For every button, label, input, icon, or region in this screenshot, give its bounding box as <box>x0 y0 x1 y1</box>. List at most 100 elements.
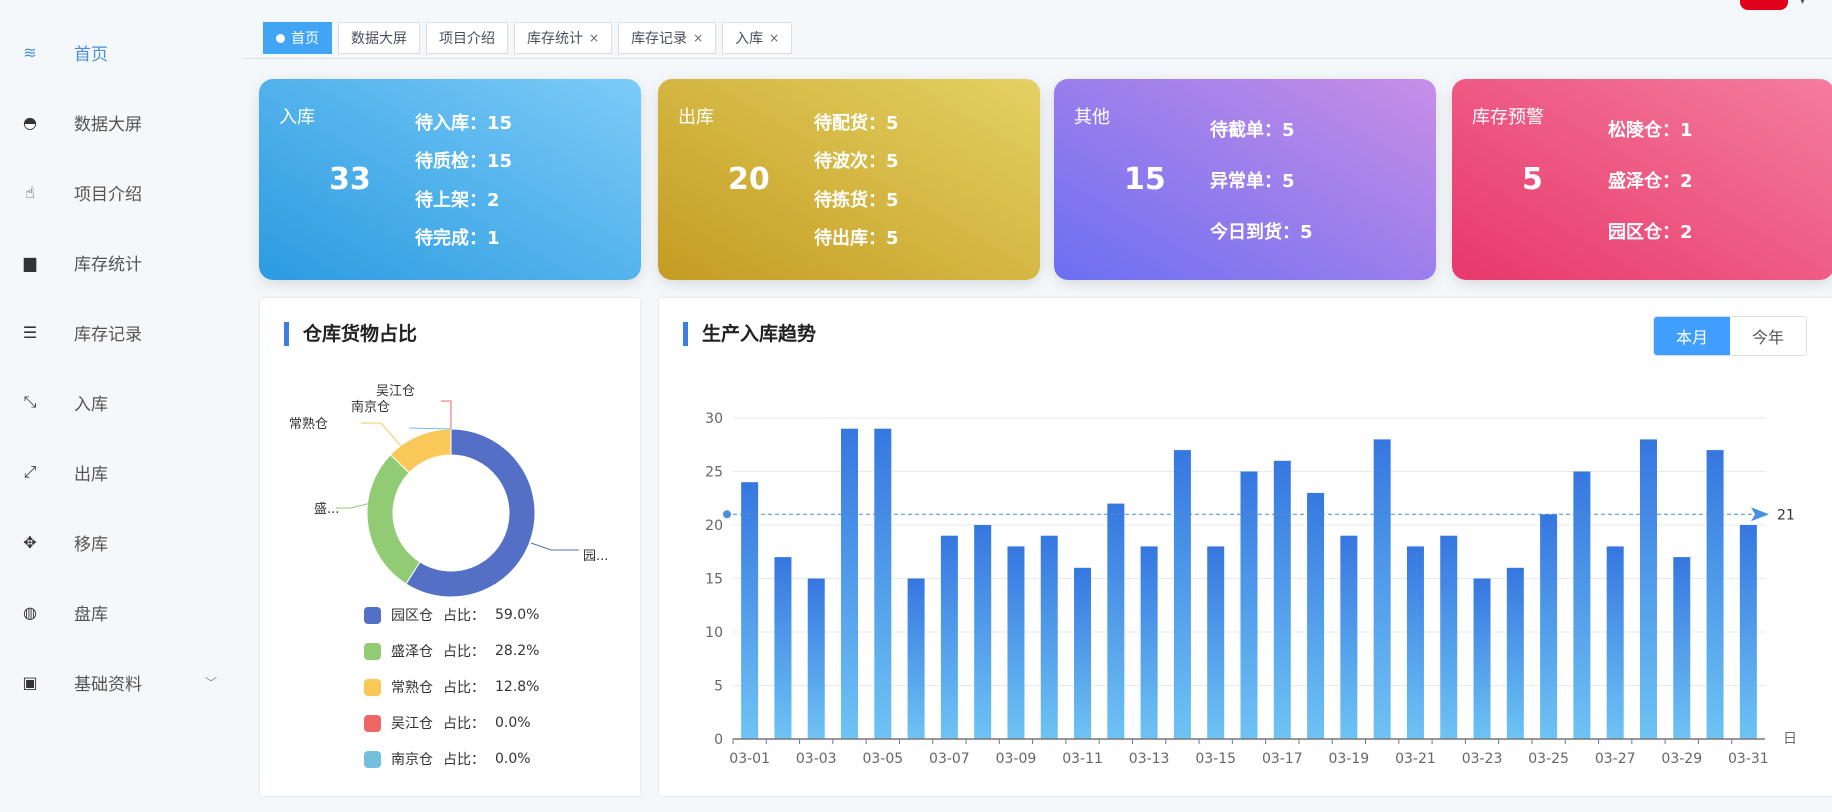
bar[interactable] <box>1506 567 1524 739</box>
close-icon[interactable]: × <box>589 31 599 45</box>
user-avatar[interactable] <box>1740 0 1788 10</box>
x-tick-label: 03-01 <box>729 751 770 767</box>
tab[interactable]: 库存记录 × <box>618 22 717 54</box>
legend-swatch <box>364 606 381 624</box>
x-tick-label: 03-19 <box>1329 751 1370 767</box>
card-rows: 待配货：5 待波次：5 待拣货：5 待出库：5 <box>814 103 899 256</box>
x-tick-label: 03-05 <box>862 751 903 767</box>
row-value: 5 <box>886 189 899 211</box>
pie-slice[interactable] <box>366 454 421 585</box>
pie-label: 南京仓 <box>351 399 390 415</box>
card-rows: 松陵仓：1 盛泽仓：2 园区仓：2 <box>1608 103 1693 256</box>
bar[interactable] <box>1673 557 1691 739</box>
legend-swatch <box>364 642 381 660</box>
y-tick-label: 25 <box>705 465 723 481</box>
card-row: 待截单：5 <box>1210 116 1313 142</box>
tab[interactable]: 库存统计 × <box>514 22 613 54</box>
warehouse-ratio-panel: 仓库货物占比 园... 盛... 常熟仓 吴江仓 南京仓 园区仓 占比： 59.0% 盛泽仓占… <box>259 297 641 797</box>
tab[interactable]: 首页 <box>263 22 332 54</box>
row-value: 15 <box>487 113 513 135</box>
label-leader-line <box>336 502 372 509</box>
bar[interactable] <box>1440 535 1458 739</box>
sidebar-item[interactable]: ⤢ 出库 <box>0 447 243 497</box>
sidebar-item-label: 出库 <box>74 464 108 485</box>
bar[interactable] <box>1606 546 1624 739</box>
bar[interactable] <box>1473 578 1491 740</box>
bar[interactable] <box>940 535 958 739</box>
row-value: 2 <box>487 189 500 211</box>
caret-down-icon[interactable]: ▾ <box>1800 0 1805 7</box>
close-icon[interactable]: × <box>769 31 779 45</box>
sidebar-item[interactable]: ☝ 项目介绍 <box>0 167 243 217</box>
bar[interactable] <box>1240 471 1258 740</box>
row-label: 园区仓： <box>1608 221 1680 243</box>
x-tick-label: 03-13 <box>1129 751 1170 767</box>
bar[interactable] <box>1373 439 1391 739</box>
tab[interactable]: 入库 × <box>722 22 793 54</box>
bar[interactable] <box>874 428 892 739</box>
bar[interactable] <box>774 557 792 739</box>
bar[interactable] <box>1140 546 1158 739</box>
x-tick-label: 03-31 <box>1728 751 1769 767</box>
bar-chart-icon: ▆ <box>23 252 37 272</box>
legend-item[interactable]: 常熟仓 占比： 12.8% <box>364 669 539 705</box>
bar[interactable] <box>1273 460 1291 739</box>
sidebar-item[interactable]: ◍ 盘库 <box>0 587 243 637</box>
bar[interactable] <box>741 482 759 739</box>
row-value: 5 <box>1282 170 1295 192</box>
bar[interactable] <box>1107 503 1125 739</box>
bar[interactable] <box>1540 514 1558 739</box>
legend-item[interactable]: 吴江仓 占比： 0.0% <box>364 705 539 741</box>
sidebar-item[interactable]: ▣ 基础资料 ﹀ <box>0 657 243 707</box>
card-rows: 待截单：5 异常单：5 今日到货：5 <box>1210 103 1313 256</box>
bar[interactable] <box>1074 567 1092 739</box>
row-label: 待完成： <box>415 227 487 249</box>
inbound-trend-panel: 生产入库趋势 本月 今年 0 5 10 15 20 25 30 03-01 03-03 03-05… <box>658 297 1832 797</box>
bar[interactable] <box>1207 546 1225 739</box>
bar[interactable] <box>841 428 859 739</box>
legend-value: 59.0% <box>495 607 540 623</box>
sidebar-item[interactable]: ≋ 首页 <box>0 27 243 77</box>
sidebar-item[interactable]: ⤡ 入库 <box>0 377 243 427</box>
bar[interactable] <box>907 578 925 740</box>
bar[interactable] <box>1406 546 1424 739</box>
lifebuoy-icon: ◍ <box>23 602 37 622</box>
sidebar-item[interactable]: ▆ 库存统计 <box>0 237 243 287</box>
legend-item[interactable]: 南京仓 占比： 0.0% <box>364 741 539 777</box>
bar[interactable] <box>1739 525 1757 739</box>
tabs-bar: 首页 数据大屏 项目介绍 库存统计 × 库存记录 × 入库 × <box>263 22 793 54</box>
divider <box>243 58 1832 59</box>
row-value: 2 <box>1680 170 1693 192</box>
legend-value: 0.0% <box>495 751 531 767</box>
chevron-down-icon[interactable]: ﹀ <box>205 674 217 691</box>
x-tick-label: 03-07 <box>929 751 970 767</box>
card-total: 5 <box>1522 162 1543 197</box>
sidebar-item[interactable]: ☰ 库存记录 <box>0 307 243 357</box>
bar[interactable] <box>1040 535 1058 739</box>
tab[interactable]: 数据大屏 <box>338 22 420 54</box>
card-total: 20 <box>728 162 770 197</box>
bar[interactable] <box>807 578 825 740</box>
bar[interactable] <box>1173 450 1191 739</box>
bar[interactable] <box>1307 492 1325 739</box>
bar[interactable] <box>1706 450 1724 739</box>
compress-icon: ⤡ <box>23 392 37 411</box>
row-label: 异常单： <box>1210 170 1282 192</box>
tab[interactable]: 项目介绍 <box>426 22 508 54</box>
sidebar-item[interactable]: ◓ 数据大屏 <box>0 97 243 147</box>
tab-label: 项目介绍 <box>439 31 495 47</box>
legend-item[interactable]: 园区仓 占比： 59.0% <box>364 597 539 633</box>
card-row: 盛泽仓：2 <box>1608 167 1693 193</box>
bar[interactable] <box>1340 535 1358 739</box>
bar[interactable] <box>1639 439 1657 739</box>
bar[interactable] <box>1007 546 1025 739</box>
legend-item[interactable]: 盛泽仓 占比： 28.2% <box>364 633 539 669</box>
x-tick-label: 03-29 <box>1661 751 1702 767</box>
y-tick-label: 0 <box>714 732 723 748</box>
close-icon[interactable]: × <box>693 31 703 45</box>
bar[interactable] <box>974 525 992 739</box>
sidebar-item[interactable]: ✥ 移库 <box>0 517 243 567</box>
card-total: 33 <box>329 162 371 197</box>
bar[interactable] <box>1573 471 1591 740</box>
card-row: 园区仓：2 <box>1608 218 1693 244</box>
